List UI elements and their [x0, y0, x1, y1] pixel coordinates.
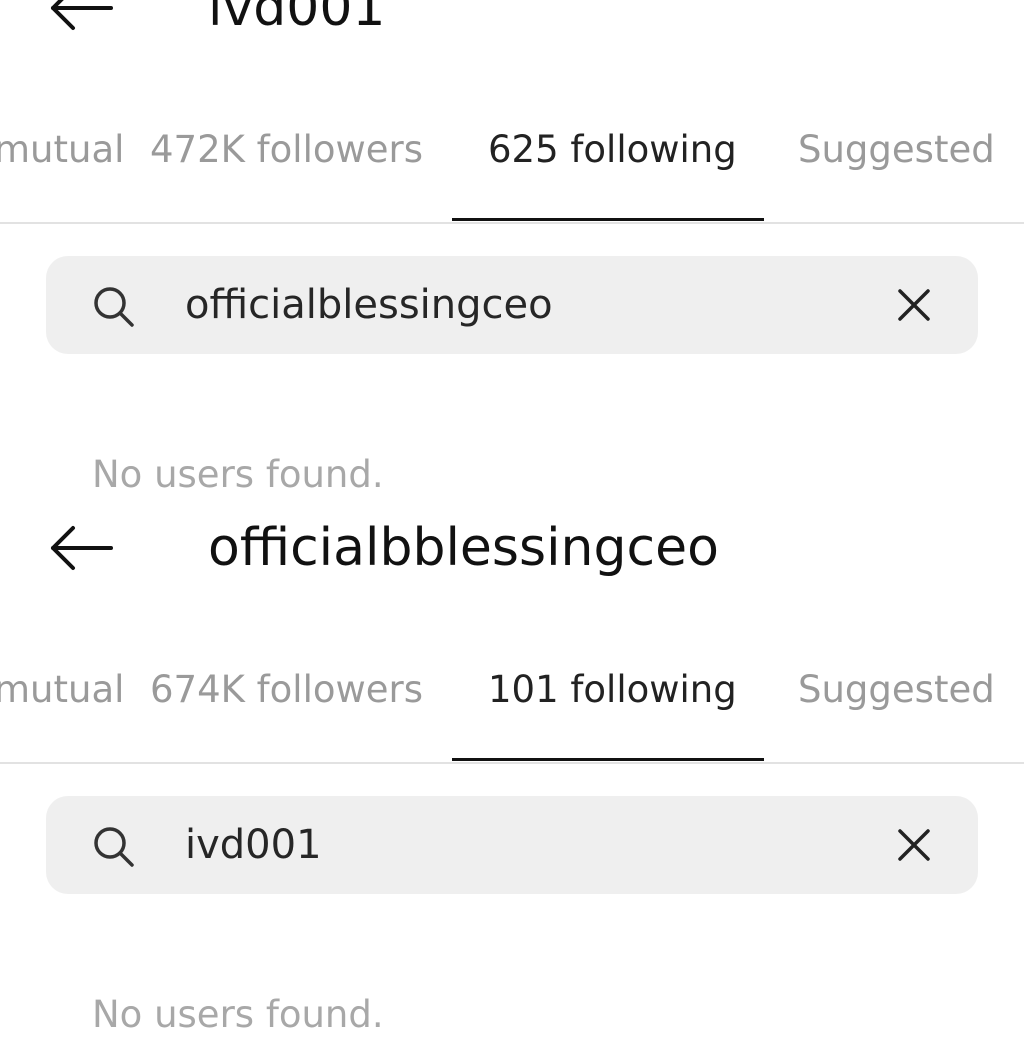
header: officialbblessingceo [0, 500, 1024, 580]
screen-1: ivd001 mutual 472K followers 625 followi… [0, 0, 1024, 501]
tab-suggested[interactable]: Suggested [798, 115, 995, 185]
back-button[interactable] [40, 0, 120, 38]
close-icon[interactable] [892, 283, 936, 327]
tab-bar: mutual 674K followers 101 following Sugg… [0, 655, 1024, 765]
tab-following[interactable]: 101 following [488, 655, 737, 725]
arrow-left-icon [51, 0, 113, 30]
active-tab-indicator [452, 218, 764, 221]
tabs-divider [0, 762, 1024, 764]
search-bar[interactable]: ivd001 [46, 796, 978, 894]
tab-mutual[interactable]: mutual [0, 115, 124, 185]
search-icon [94, 287, 134, 327]
close-icon[interactable] [892, 823, 936, 867]
empty-state-message: No users found. [92, 993, 384, 1036]
search-bar[interactable]: officialblessingceo [46, 256, 978, 354]
search-input[interactable]: ivd001 [185, 796, 322, 894]
empty-state-message: No users found. [92, 453, 384, 496]
tab-suggested[interactable]: Suggested [798, 655, 995, 725]
active-tab-indicator [452, 758, 764, 761]
tabs-divider [0, 222, 1024, 224]
profile-title: ivd001 [208, 0, 386, 38]
profile-title: officialbblessingceo [208, 518, 719, 578]
tab-followers[interactable]: 472K followers [150, 115, 423, 185]
tab-following[interactable]: 625 following [488, 115, 737, 185]
search-input[interactable]: officialblessingceo [185, 256, 553, 354]
tab-bar: mutual 472K followers 625 following Sugg… [0, 115, 1024, 225]
search-icon [94, 827, 134, 867]
header: ivd001 [0, 0, 1024, 40]
tab-mutual[interactable]: mutual [0, 655, 124, 725]
back-button[interactable] [40, 518, 120, 578]
tab-followers[interactable]: 674K followers [150, 655, 423, 725]
arrow-left-icon [51, 526, 113, 570]
screen-2: officialbblessingceo mutual 674K followe… [0, 500, 1024, 1041]
